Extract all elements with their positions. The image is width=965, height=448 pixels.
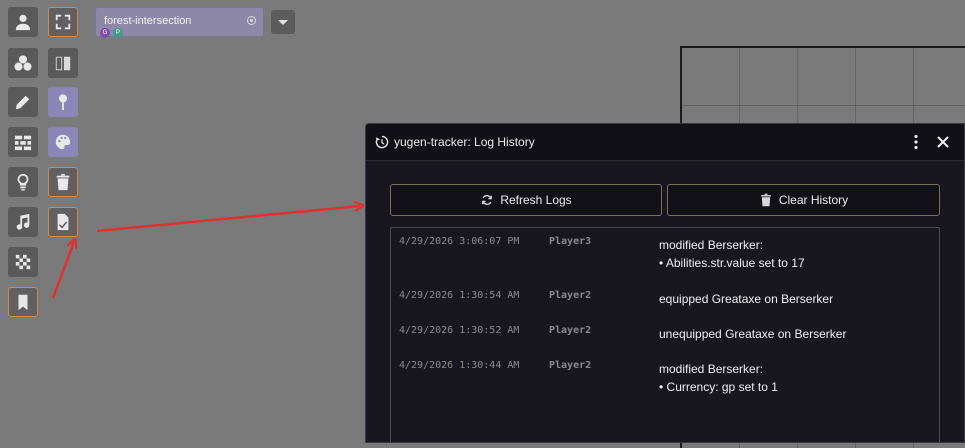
trash-icon[interactable] xyxy=(48,167,78,197)
log-user: Player3 xyxy=(549,236,592,247)
pin-icon[interactable] xyxy=(48,87,78,117)
log-user: Player2 xyxy=(549,360,592,371)
refresh-logs-button[interactable]: Refresh Logs xyxy=(390,184,662,216)
log-message: modified Berserker: • Currency: gp set t… xyxy=(659,360,778,396)
sheet-icon[interactable] xyxy=(48,207,78,237)
log-message-line: unequipped Greataxe on Berserker xyxy=(659,327,847,341)
dialog-header: yugen-tracker: Log History xyxy=(366,124,964,161)
clear-history-button[interactable]: Clear History xyxy=(667,184,940,216)
user-icon[interactable] xyxy=(8,7,38,37)
wall-icon[interactable] xyxy=(8,127,38,157)
tokens-icon[interactable] xyxy=(8,48,38,78)
dialog-title: yugen-tracker: Log History xyxy=(394,135,535,149)
pencil-icon[interactable] xyxy=(8,87,38,117)
clear-history-label: Clear History xyxy=(778,193,849,207)
scene-dropdown-button[interactable] xyxy=(271,10,295,34)
log-message-line: equipped Greataxe on Berserker xyxy=(659,292,834,306)
annotation-arrow-to-dialog xyxy=(96,206,360,233)
log-timestamp: 4/29/2026 1:30:54 AM xyxy=(399,290,520,301)
palette-icon[interactable] xyxy=(48,127,78,157)
fullscreen-icon[interactable] xyxy=(48,7,78,37)
log-message: modified Berserker: • Abilities.str.valu… xyxy=(659,236,805,272)
log-message-line: • Currency: gp set to 1 xyxy=(659,380,778,394)
log-message-line: • Abilities.str.value set to 17 xyxy=(659,256,805,270)
refresh-logs-label: Refresh Logs xyxy=(500,193,572,207)
log-timestamp: 4/29/2026 3:06:07 PM xyxy=(399,236,520,247)
close-icon[interactable] xyxy=(936,135,950,149)
journal-icon[interactable] xyxy=(48,48,78,78)
scene-badge-p: P xyxy=(113,28,123,38)
refresh-icon xyxy=(482,195,493,205)
log-message: equipped Greataxe on Berserker xyxy=(659,290,833,308)
scene-name: forest-intersection xyxy=(104,15,192,27)
more-options-icon[interactable] xyxy=(910,134,922,150)
scene-badge-g: G xyxy=(100,28,110,38)
history-icon xyxy=(375,135,389,149)
log-message-line: modified Berserker: xyxy=(659,238,764,252)
bookmark-icon[interactable] xyxy=(8,287,38,317)
log-list[interactable]: 4/29/2026 3:06:07 PM Player3 modified Be… xyxy=(390,227,940,442)
scene-selector[interactable]: forest-intersection G P xyxy=(95,7,264,38)
scene-clear-icon[interactable] xyxy=(247,16,256,25)
log-user: Player2 xyxy=(549,290,592,301)
lightbulb-icon[interactable] xyxy=(8,167,38,197)
trash-icon xyxy=(760,193,771,207)
log-message-line: modified Berserker: xyxy=(659,362,764,376)
checker-icon[interactable] xyxy=(8,247,38,277)
log-user: Player2 xyxy=(549,325,592,336)
music-icon[interactable] xyxy=(8,207,38,237)
log-timestamp: 4/29/2026 1:30:44 AM xyxy=(399,360,520,371)
log-message: unequipped Greataxe on Berserker xyxy=(659,325,846,343)
annotation-arrow-to-button xyxy=(51,242,74,299)
log-timestamp: 4/29/2026 1:30:52 AM xyxy=(399,325,520,336)
log-history-dialog: yugen-tracker: Log History Refresh Logs … xyxy=(365,123,965,443)
